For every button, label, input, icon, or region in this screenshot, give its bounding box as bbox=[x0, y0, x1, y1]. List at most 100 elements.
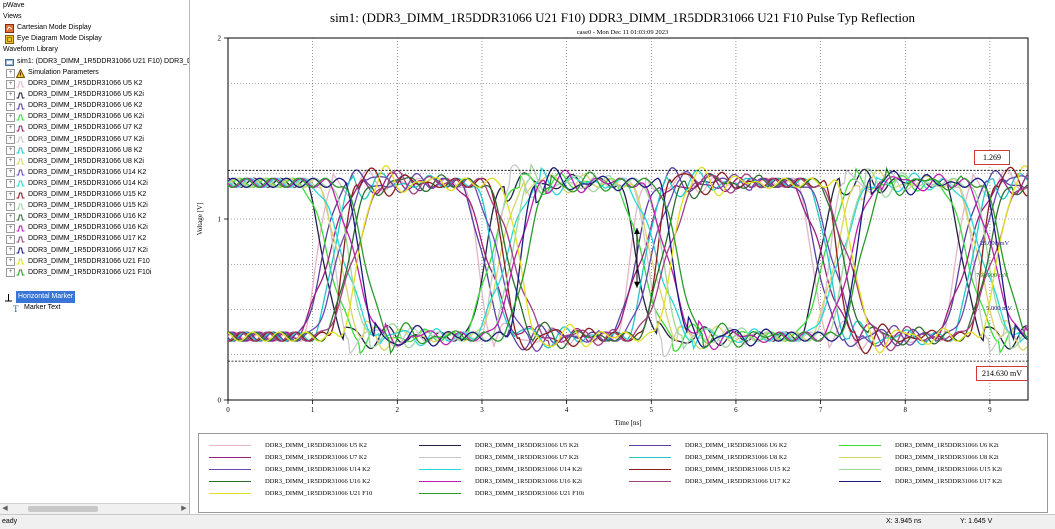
svg-text:T: T bbox=[13, 304, 19, 313]
legend-item[interactable]: DDR3_DIMM_1R5DDR31066 U17 K2 bbox=[629, 476, 790, 487]
legend-item[interactable]: DDR3_DIMM_1R5DDR31066 U14 K2 bbox=[209, 464, 370, 475]
legend-item[interactable]: DDR3_DIMM_1R5DDR31066 U8 K2 bbox=[629, 452, 787, 463]
plot-subtitle: case0 - Mon Dec 11 01:03:09 2023 bbox=[576, 29, 669, 36]
waveform-icon bbox=[16, 179, 25, 188]
plot-title: sim1: (DDR3_DIMM_1R5DDR31066 U21 F10) DD… bbox=[330, 10, 915, 25]
legend-item[interactable]: DDR3_DIMM_1R5DDR31066 U7 K2 bbox=[209, 452, 367, 463]
expand-icon[interactable]: + bbox=[6, 190, 15, 200]
expand-icon[interactable]: + bbox=[6, 257, 15, 267]
waveform-icon bbox=[16, 246, 25, 255]
legend-item[interactable]: DDR3_DIMM_1R5DDR31066 U15 K2i bbox=[839, 464, 1002, 475]
waveform-tree-panel[interactable]: pWave Views Cartesian Mode Display Eye D… bbox=[0, 0, 190, 514]
expand-icon[interactable]: + bbox=[6, 123, 15, 133]
legend-item[interactable]: DDR3_DIMM_1R5DDR31066 U8 K2i bbox=[839, 452, 999, 463]
expand-icon[interactable]: + bbox=[6, 90, 15, 100]
plot-window[interactable]: 0 1 2 3 4 5 6 7 8 9 0 1 2 Time [ns] Voltage [V] sim1: … bbox=[190, 0, 1055, 514]
expand-icon[interactable]: + bbox=[6, 157, 15, 167]
legend-item[interactable]: DDR3_DIMM_1R5DDR31066 U17 K2i bbox=[839, 476, 1002, 487]
expand-icon[interactable]: + bbox=[6, 212, 15, 222]
legend-label: DDR3_DIMM_1R5DDR31066 U15 K2i bbox=[895, 466, 1002, 473]
tree-waveform-label: DDR3_DIMM_1R5DDR31066 U21 F10i bbox=[28, 268, 152, 276]
cartesian-mode-icon bbox=[5, 23, 14, 33]
legend-swatch bbox=[209, 445, 251, 446]
waveform-icon bbox=[16, 224, 25, 233]
expand-icon[interactable]: + bbox=[6, 146, 15, 156]
expand-icon[interactable]: + bbox=[6, 168, 15, 178]
legend-swatch bbox=[209, 469, 251, 470]
waveform-icon bbox=[16, 202, 25, 211]
cursor-x-readout: X: 3.945 ns bbox=[886, 518, 922, 525]
legend-label: DDR3_DIMM_1R5DDR31066 U21 F10i bbox=[475, 490, 585, 497]
tree-horizontal-scrollbar[interactable]: ◀ ▶ bbox=[0, 503, 189, 514]
legend-swatch bbox=[629, 481, 671, 482]
legend-item[interactable]: DDR3_DIMM_1R5DDR31066 U16 K2 bbox=[209, 476, 370, 487]
legend-item[interactable]: DDR3_DIMM_1R5DDR31066 U21 F10i bbox=[419, 488, 584, 499]
legend-label: DDR3_DIMM_1R5DDR31066 U7 K2i bbox=[475, 454, 579, 461]
waveform-icon bbox=[16, 135, 25, 144]
legend-swatch bbox=[839, 457, 881, 458]
lower-marker-label[interactable]: 214.630 mV bbox=[976, 366, 1028, 381]
legend-swatch bbox=[839, 469, 881, 470]
scroll-left-icon[interactable]: ◀ bbox=[0, 504, 10, 514]
legend-item[interactable]: DDR3_DIMM_1R5DDR31066 U15 K2 bbox=[629, 464, 790, 475]
measure-label-3: 5.000 mV bbox=[986, 305, 1012, 312]
legend-swatch bbox=[419, 481, 461, 482]
waveform-icon bbox=[16, 191, 25, 200]
x-tick-label: 9 bbox=[988, 406, 992, 414]
x-tick-label: 3 bbox=[480, 406, 484, 414]
expand-icon[interactable]: + bbox=[6, 112, 15, 122]
tree-marker-text[interactable]: T Marker Text bbox=[12, 302, 60, 314]
expand-icon[interactable]: + bbox=[6, 135, 15, 144]
eye-diagram-mode-icon bbox=[5, 34, 14, 44]
tree-waveform-item[interactable]: + DDR3_DIMM_1R5DDR31066 U21 F10i bbox=[6, 267, 151, 279]
waveform-icon bbox=[16, 102, 25, 111]
legend-item[interactable]: DDR3_DIMM_1R5DDR31066 U6 K2 bbox=[629, 440, 787, 451]
y-tick-label: 1 bbox=[218, 216, 222, 224]
legend-item[interactable]: DDR3_DIMM_1R5DDR31066 U21 F10 bbox=[209, 488, 372, 499]
chart-legend[interactable]: DDR3_DIMM_1R5DDR31066 U5 K2 DDR3_DIMM_1R5… bbox=[198, 433, 1048, 513]
legend-item[interactable]: DDR3_DIMM_1R5DDR31066 U16 K2i bbox=[419, 476, 582, 487]
x-tick-label: 8 bbox=[903, 406, 907, 414]
legend-swatch bbox=[839, 445, 881, 446]
simulation-icon bbox=[5, 58, 14, 67]
tree-waveform-library-label: Waveform Library bbox=[3, 46, 58, 53]
cursor-y-readout: Y: 1.645 V bbox=[960, 518, 993, 525]
waveform-icon bbox=[16, 168, 25, 177]
legend-swatch bbox=[629, 457, 671, 458]
waveform-icon bbox=[16, 235, 25, 244]
legend-label: DDR3_DIMM_1R5DDR31066 U6 K2 bbox=[685, 442, 787, 449]
expand-icon[interactable]: + bbox=[6, 268, 15, 278]
expand-icon[interactable]: + bbox=[6, 246, 15, 255]
sim-params-icon bbox=[16, 68, 25, 78]
legend-label: DDR3_DIMM_1R5DDR31066 U5 K2 bbox=[265, 442, 367, 449]
upper-marker-value: 1.269 bbox=[983, 153, 1001, 162]
horizontal-marker-icon bbox=[4, 293, 13, 302]
legend-swatch bbox=[209, 457, 251, 458]
scroll-right-icon[interactable]: ▶ bbox=[179, 504, 189, 514]
expand-icon[interactable]: + bbox=[6, 79, 15, 89]
legend-swatch bbox=[419, 469, 461, 470]
expand-icon[interactable]: + bbox=[6, 101, 15, 111]
legend-item[interactable]: DDR3_DIMM_1R5DDR31066 U5 K2 bbox=[209, 440, 367, 451]
legend-item[interactable]: DDR3_DIMM_1R5DDR31066 U5 K2i bbox=[419, 440, 579, 451]
lower-marker-value: 214.630 mV bbox=[982, 369, 1022, 378]
expand-icon[interactable]: + bbox=[6, 179, 15, 189]
scroll-thumb[interactable] bbox=[28, 506, 98, 512]
tree-waveform-library[interactable]: Waveform Library bbox=[3, 44, 58, 56]
expand-icon[interactable]: + bbox=[6, 234, 15, 244]
legend-item[interactable]: DDR3_DIMM_1R5DDR31066 U7 K2i bbox=[419, 452, 579, 463]
upper-marker-label[interactable]: 1.269 bbox=[974, 150, 1010, 165]
legend-swatch bbox=[209, 493, 251, 494]
legend-item[interactable]: DDR3_DIMM_1R5DDR31066 U14 K2i bbox=[419, 464, 582, 475]
waveform-icon bbox=[16, 124, 25, 133]
expand-icon[interactable]: + bbox=[6, 68, 15, 78]
y-tick-label: 0 bbox=[218, 397, 222, 405]
legend-item[interactable]: DDR3_DIMM_1R5DDR31066 U6 K2i bbox=[839, 440, 999, 451]
legend-swatch bbox=[419, 457, 461, 458]
legend-label: DDR3_DIMM_1R5DDR31066 U6 K2i bbox=[895, 442, 999, 449]
expand-icon[interactable]: + bbox=[6, 223, 15, 233]
expand-icon[interactable]: + bbox=[6, 201, 15, 211]
legend-label: DDR3_DIMM_1R5DDR31066 U8 K2i bbox=[895, 454, 999, 461]
x-tick-label: 1 bbox=[311, 406, 315, 414]
legend-label: DDR3_DIMM_1R5DDR31066 U15 K2 bbox=[685, 466, 791, 473]
